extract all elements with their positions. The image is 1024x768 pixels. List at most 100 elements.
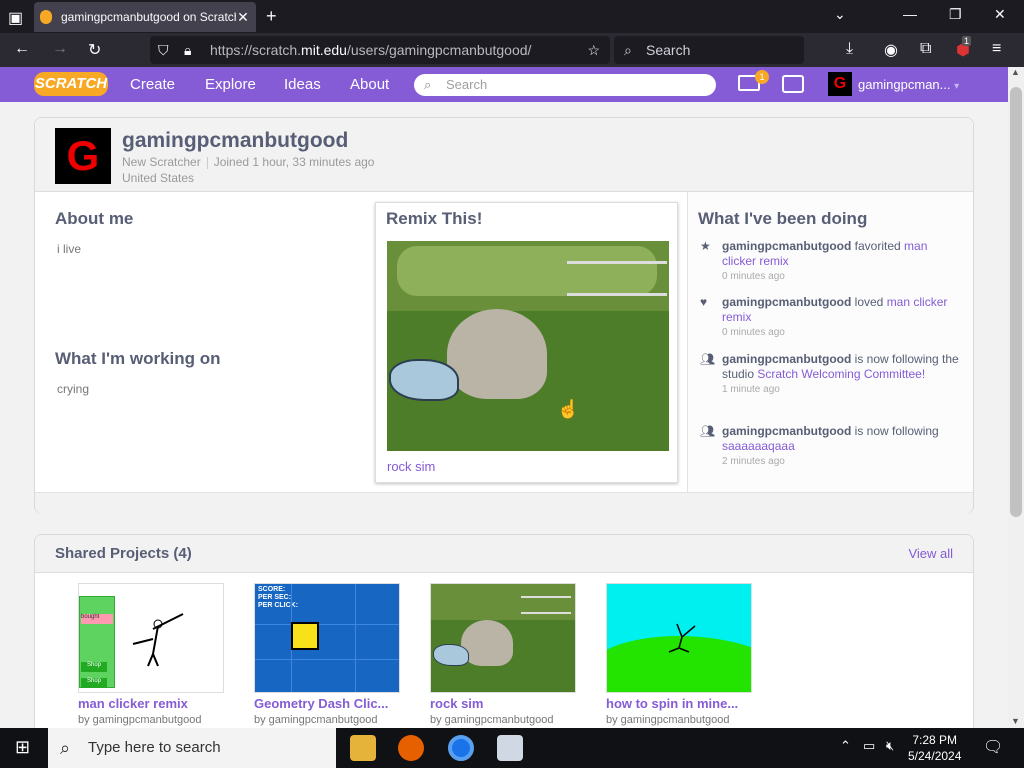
profile-avatar[interactable]: G <box>55 128 111 184</box>
working-on-text[interactable]: crying <box>57 382 89 396</box>
taskbar-search[interactable]: ⌕ Type here to search <box>48 728 336 768</box>
clock[interactable]: 7:28 PM 5/24/2024 <box>908 732 961 764</box>
project-title[interactable]: rock sim <box>430 696 578 711</box>
lock-icon[interactable]: 🔒︎ <box>184 36 191 64</box>
firefox-icon[interactable] <box>398 735 424 761</box>
project-title[interactable]: how to spin in mine... <box>606 696 754 711</box>
project-thumbnail[interactable]: SCORE: PER SEC: PER CLICK: <box>254 583 400 693</box>
activity-user[interactable]: gamingpcmanbutgood <box>722 239 851 253</box>
activity-action: is now following <box>851 424 939 438</box>
chevron-up-icon[interactable]: ⌃ <box>840 738 851 754</box>
clock-date: 5/24/2024 <box>908 749 962 763</box>
windows-start-icon[interactable]: ⊞ <box>15 737 30 758</box>
nav-ideas[interactable]: Ideas <box>284 76 321 93</box>
project-card[interactable]: SCORE: PER SEC: PER CLICK: Geometry Dash C… <box>254 583 402 726</box>
network-icon[interactable]: ▭ <box>863 738 875 754</box>
project-thumbnail[interactable] <box>430 583 576 693</box>
download-icon[interactable]: ⤓ <box>846 40 853 58</box>
app-icon[interactable] <box>497 735 523 761</box>
chevron-down-icon[interactable]: ⌄ <box>834 6 846 23</box>
scrollbar-thumb[interactable] <box>1010 87 1022 517</box>
featured-project-title[interactable]: rock sim <box>387 459 435 474</box>
thumb-shop-b: Shop <box>81 678 107 688</box>
about-me-text[interactable]: i live <box>57 242 81 256</box>
nav-about[interactable]: About <box>350 76 389 93</box>
featured-project-thumbnail[interactable]: ☝ <box>387 241 669 451</box>
project-thumbnail[interactable] <box>606 583 752 693</box>
profile-footer <box>35 492 973 514</box>
page-scrollbar[interactable]: ▲ ▼ <box>1008 67 1024 728</box>
view-all-link[interactable]: View all <box>908 546 953 561</box>
notification-icon[interactable]: 🗨︎ <box>983 737 1003 757</box>
tab-list-icon[interactable]: ▣ <box>8 8 23 28</box>
project-card[interactable]: bought Shop Shop man clicker remix by ga… <box>78 583 226 726</box>
activity-user[interactable]: gamingpcmanbutgood <box>722 295 851 309</box>
thumb-score: SCORE: <box>258 586 286 593</box>
activity-time: 0 minutes ago <box>722 271 785 282</box>
new-tab-button[interactable]: + <box>266 6 277 27</box>
activity-target[interactable]: Scratch Welcoming Committee! <box>757 367 925 381</box>
user-menu[interactable]: gamingpcman... ▾ <box>858 77 959 92</box>
working-on-title: What I'm working on <box>55 349 221 368</box>
nav-explore[interactable]: Explore <box>205 76 256 93</box>
project-author[interactable]: by gamingpcmanbutgood <box>254 714 402 726</box>
bookmark-star-icon[interactable]: ☆ <box>587 36 600 64</box>
tab-title: gamingpcmanbutgood on Scratch <box>61 10 236 24</box>
browser-search-label: Search <box>646 42 691 58</box>
heart-icon: ♥ <box>700 295 708 309</box>
extensions-icon[interactable]: ⧉ <box>920 40 931 58</box>
browser-search-box[interactable]: ⌕ Search <box>614 36 804 64</box>
search-icon: ⌕ <box>424 77 432 92</box>
scratch-search-placeholder: Search <box>446 77 488 92</box>
chrome-icon[interactable] <box>448 735 474 761</box>
people-icon: 👥︎ <box>700 424 716 438</box>
volume-muted-icon[interactable]: 🔇︎ <box>886 738 894 754</box>
reload-icon[interactable]: ↻ <box>88 40 101 60</box>
geometry-cube-icon <box>291 622 319 650</box>
account-icon[interactable]: ◉ <box>884 40 898 60</box>
about-me-title: About me <box>55 209 134 228</box>
shared-projects-header: Shared Projects (4) View all <box>35 535 973 573</box>
shield-icon[interactable]: ⛉ <box>158 36 169 64</box>
file-explorer-icon[interactable] <box>350 735 376 761</box>
back-icon[interactable]: ← <box>14 40 30 58</box>
close-window-icon[interactable]: ✕ <box>994 6 1006 23</box>
project-card[interactable]: rock sim by gamingpcmanbutgood <box>430 583 578 726</box>
url-bar[interactable]: ⛉ 🔒︎ https://scratch.mit.edu/users/gamin… <box>150 36 610 64</box>
shared-projects-title: Shared Projects (4) <box>55 545 192 562</box>
nav-create[interactable]: Create <box>130 76 175 93</box>
activity-title: What I've been doing <box>698 209 868 228</box>
project-author[interactable]: by gamingpcmanbutgood <box>430 714 578 726</box>
forward-icon[interactable]: → <box>52 40 68 58</box>
activity-user[interactable]: gamingpcmanbutgood <box>722 352 851 366</box>
menu-icon[interactable]: ≡ <box>992 40 1001 58</box>
activity-target[interactable]: saaaaaaqaaa <box>722 439 795 453</box>
scratch-search-input[interactable]: ⌕ Search <box>414 74 716 96</box>
project-title[interactable]: man clicker remix <box>78 696 226 711</box>
my-stuff-icon[interactable] <box>782 75 804 93</box>
search-icon: ⌕ <box>60 738 71 758</box>
profile-meta: New Scratcher Joined 1 hour, 33 minutes a… <box>122 154 374 186</box>
activity-user[interactable]: gamingpcmanbutgood <box>722 424 851 438</box>
scratch-logo[interactable]: SCRATCH <box>34 72 108 96</box>
project-author[interactable]: by gamingpcmanbutgood <box>606 714 754 726</box>
project-author[interactable]: by gamingpcmanbutgood <box>78 714 226 726</box>
close-tab-icon[interactable]: ✕ <box>236 9 250 26</box>
hand-cursor-icon: ☝ <box>557 399 580 419</box>
scroll-up-icon[interactable]: ▲ <box>1011 67 1020 77</box>
project-card[interactable]: how to spin in mine... by gamingpcmanbut… <box>606 583 754 726</box>
minimize-icon[interactable]: — <box>903 6 917 22</box>
activity-time: 2 minutes ago <box>722 456 785 467</box>
browser-tab-bar: ▣ gamingpcmanbutgood on Scratch ✕ + ⌄ — … <box>0 0 1024 33</box>
thumb-per-sec: PER SEC: <box>258 594 292 601</box>
project-title[interactable]: Geometry Dash Clic... <box>254 696 402 711</box>
maximize-icon[interactable]: ❐ <box>949 6 962 23</box>
project-thumbnail[interactable]: bought Shop Shop <box>78 583 224 693</box>
scroll-down-icon[interactable]: ▼ <box>1011 716 1020 726</box>
taskbar: ⊞ ⌕ Type here to search ⌃ ▭ 🔇︎ 7:28 PM 5… <box>0 728 1024 768</box>
remix-title: Remix This! <box>386 209 483 228</box>
messages-badge: 1 <box>755 70 769 84</box>
browser-tab[interactable]: gamingpcmanbutgood on Scratch ✕ <box>34 2 256 32</box>
user-avatar[interactable]: G <box>828 72 852 96</box>
scratch-navbar: SCRATCH Create Explore Ideas About ⌕ Sea… <box>0 67 1008 102</box>
